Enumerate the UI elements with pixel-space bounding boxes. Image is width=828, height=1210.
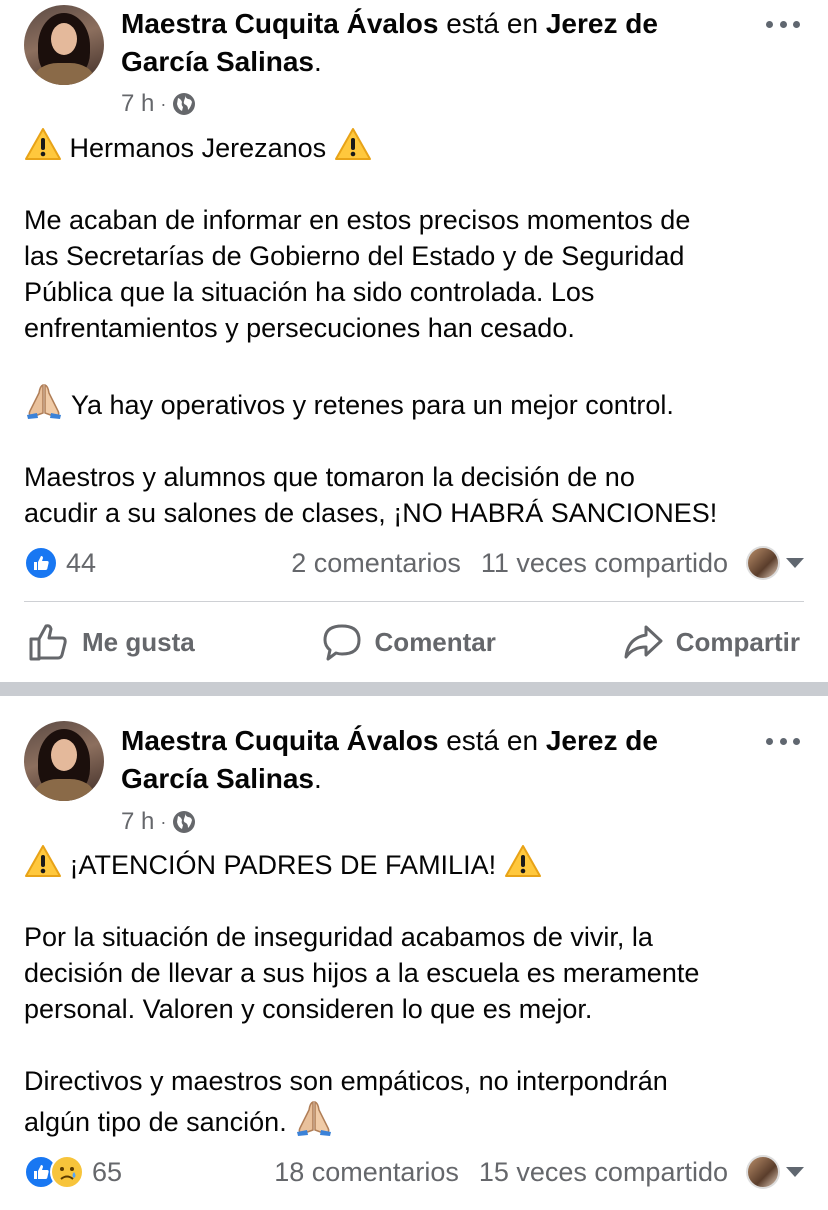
- like-button[interactable]: Me gusta: [24, 622, 199, 662]
- post-time[interactable]: 7 h: [121, 808, 154, 836]
- paragraph-line: algún tipo de sanción.: [24, 1099, 814, 1140]
- reaction-icons[interactable]: [24, 546, 58, 580]
- paragraph-line: Me acaban de informar en estos precisos …: [24, 205, 691, 235]
- paragraph-line: las Secretarías de Gobierno del Estado y…: [24, 241, 685, 271]
- feed-divider: [0, 682, 828, 696]
- reaction-icons[interactable]: [24, 1155, 84, 1189]
- chevron-down-icon[interactable]: [786, 1167, 804, 1177]
- warning-emoji-icon: [504, 845, 541, 877]
- divider: [24, 601, 804, 602]
- paragraph-line: Maestros y alumnos que tomaron la decisi…: [24, 462, 635, 492]
- more-options-icon[interactable]: [766, 17, 800, 31]
- post-title-line: Hermanos Jerezanos: [24, 127, 814, 166]
- shares-count[interactable]: 11 veces compartido: [481, 548, 728, 579]
- paragraph-line: decisión de llevar a sus hijos a la escu…: [24, 958, 700, 988]
- comments-count[interactable]: 18 comentarios: [274, 1157, 459, 1188]
- share-arrow-icon: [624, 625, 663, 659]
- paragraph-line: enfrentamientos y persecuciones han cesa…: [24, 313, 575, 343]
- author-name[interactable]: Maestra Cuquita Ávalos: [121, 8, 438, 39]
- thumbs-up-icon: [29, 624, 67, 661]
- reactions-count[interactable]: 65: [92, 1157, 122, 1188]
- post-header: Maestra Cuquita Ávalos está en Jerez de …: [121, 8, 658, 77]
- paragraph-line: Ya hay operativos y retenes para un mejo…: [24, 382, 814, 423]
- post-body: Hermanos Jerezanos Me acaban de informar…: [24, 127, 814, 531]
- reactions-bar: 44 2 comentarios 11 veces compartido: [24, 543, 804, 583]
- reactions-count[interactable]: 44: [66, 548, 96, 579]
- chevron-down-icon[interactable]: [786, 558, 804, 568]
- post-body: ¡ATENCIÓN PADRES DE FAMILIA! Por la situ…: [24, 844, 814, 1140]
- location-connector: está en: [446, 8, 539, 39]
- globe-icon: [173, 811, 196, 833]
- shares-count[interactable]: 15 veces compartido: [479, 1157, 728, 1188]
- sad-reaction-icon: [50, 1155, 84, 1189]
- post-2: Maestra Cuquita Ávalos está en Jerez de …: [0, 696, 828, 1210]
- share-button[interactable]: Compartir: [618, 622, 804, 662]
- comments-count[interactable]: 2 comentarios: [291, 548, 461, 579]
- folded-hands-emoji-icon: [27, 383, 61, 419]
- paragraph-line: Por la situación de inseguridad acabamos…: [24, 922, 653, 952]
- more-options-icon[interactable]: [766, 734, 800, 748]
- warning-emoji-icon: [25, 128, 61, 160]
- comment-bubble-icon: [323, 624, 361, 661]
- paragraph-line: personal. Valoren y consideren lo que es…: [24, 994, 593, 1024]
- viewer-avatar[interactable]: [746, 1155, 780, 1189]
- location-name-part2[interactable]: García Salinas: [121, 46, 314, 77]
- paragraph-line: Pública que la situación ha sido control…: [24, 277, 595, 307]
- comment-button[interactable]: Comentar: [317, 622, 500, 662]
- post-actions: Me gusta Comentar Compartir: [24, 612, 804, 672]
- share-button-label: Compartir: [675, 626, 800, 657]
- post-title-line: ¡ATENCIÓN PADRES DE FAMILIA!: [24, 844, 814, 883]
- paragraph-line: Directivos y maestros son empáticos, no …: [24, 1066, 668, 1096]
- folded-hands-emoji-icon: [297, 1100, 332, 1136]
- warning-emoji-icon: [25, 845, 61, 877]
- post-meta: 7 h ·: [121, 808, 196, 836]
- author-avatar[interactable]: [24, 721, 104, 801]
- location-connector: está en: [446, 725, 539, 756]
- post-header: Maestra Cuquita Ávalos está en Jerez de …: [121, 725, 658, 794]
- author-name[interactable]: Maestra Cuquita Ávalos: [121, 725, 438, 756]
- globe-icon: [173, 93, 196, 115]
- author-avatar[interactable]: [24, 5, 104, 85]
- post-title: ¡ATENCIÓN PADRES DE FAMILIA!: [69, 850, 497, 880]
- paragraph-line: acudir a su salones de clases, ¡NO HABRÁ…: [24, 498, 718, 528]
- like-reaction-icon: [24, 546, 58, 580]
- warning-emoji-icon: [334, 128, 371, 160]
- location-name-part1[interactable]: Jerez de: [546, 8, 658, 39]
- post-title: Hermanos Jerezanos: [69, 133, 327, 163]
- post-meta: 7 h ·: [121, 90, 196, 118]
- post-time[interactable]: 7 h: [121, 90, 154, 118]
- comment-button-label: Comentar: [374, 626, 496, 657]
- like-button-label: Me gusta: [82, 626, 195, 657]
- reactions-bar: 65 18 comentarios 15 veces compartido: [24, 1152, 804, 1192]
- post-1: Maestra Cuquita Ávalos está en Jerez de …: [0, 0, 828, 682]
- viewer-avatar[interactable]: [746, 546, 780, 580]
- location-name-part1[interactable]: Jerez de: [546, 725, 658, 756]
- location-name-part2[interactable]: García Salinas: [121, 763, 314, 794]
